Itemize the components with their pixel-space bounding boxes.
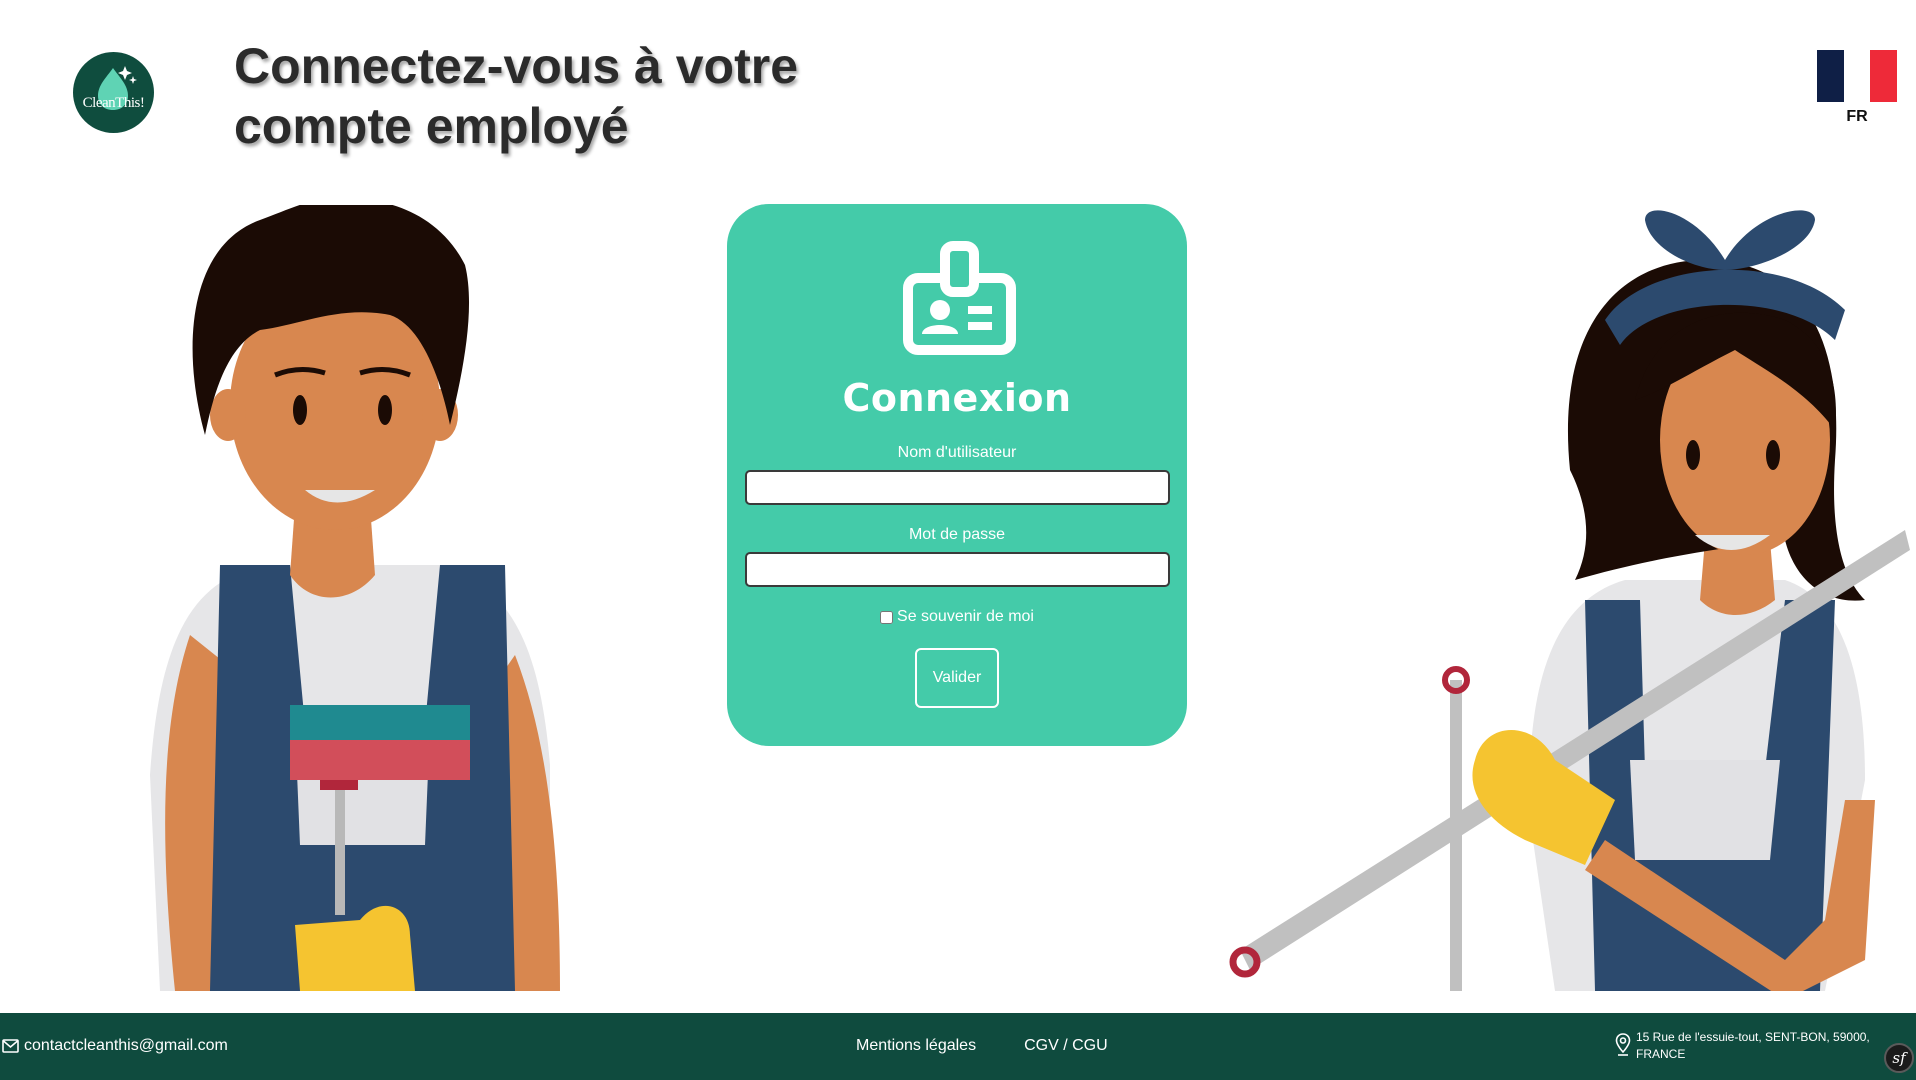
submit-button[interactable]: Valider [915, 648, 999, 708]
remember-me-checkbox[interactable] [880, 610, 894, 624]
language-code: FR [1846, 108, 1868, 125]
debug-toolbar-icon[interactable]: sf [1884, 1043, 1914, 1073]
logo-text: CleanThis! [82, 95, 145, 111]
terms-link[interactable]: CGV / CGU [1024, 1037, 1108, 1055]
password-input[interactable] [745, 552, 1170, 587]
password-label: Mot de passe [908, 526, 1006, 543]
login-card: Connexion Nom d'utilisateur Mot de passe… [727, 204, 1187, 746]
footer: contactcleanthis@gmail.com Mentions léga… [0, 1013, 1916, 1080]
french-flag-icon[interactable] [1817, 50, 1898, 102]
footer-email[interactable]: contactcleanthis@gmail.com [24, 1037, 228, 1055]
id-badge-icon [903, 241, 1016, 355]
footer-address: 15 Rue de l'essuie-tout, SENT-BON, 59000… [1615, 1029, 1875, 1063]
login-title: Connexion [842, 376, 1072, 420]
logo-drop-icon [98, 66, 137, 110]
male-cleaner-illustration [150, 205, 560, 991]
brand-logo[interactable]: CleanThis! [73, 52, 154, 133]
footer-address-text: 15 Rue de l'essuie-tout, SENT-BON, 59000… [1636, 1030, 1870, 1061]
username-label: Nom d'utilisateur [897, 444, 1017, 461]
username-input[interactable] [745, 470, 1170, 505]
remember-me: Se souvenir de moi [727, 608, 1187, 626]
mail-icon [2, 1039, 19, 1053]
footer-contact[interactable]: contactcleanthis@gmail.com [2, 1037, 228, 1055]
remember-me-label[interactable]: Se souvenir de moi [897, 608, 1034, 626]
footer-links: Mentions légales CGV / CGU [856, 1037, 1108, 1055]
map-pin-icon [1615, 1033, 1631, 1056]
language-selector[interactable]: FR [1816, 50, 1898, 126]
page-title: Connectez-vous à votre compte employé [234, 38, 799, 154]
female-cleaner-illustration [1229, 210, 1910, 991]
legal-notice-link[interactable]: Mentions légales [856, 1037, 976, 1055]
